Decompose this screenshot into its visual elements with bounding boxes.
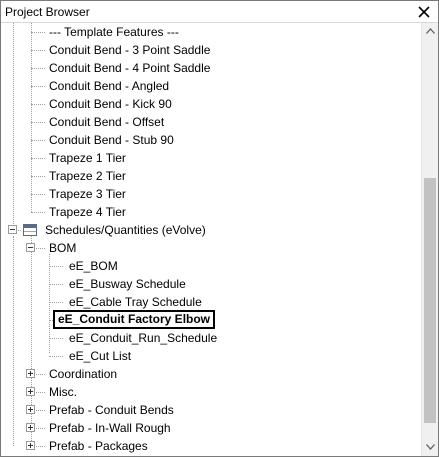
tree-item-trapeze[interactable]: Trapeze 1 Tier	[49, 149, 126, 167]
tree-connector	[49, 302, 63, 303]
tree-connector	[31, 212, 45, 213]
tree-item-prefab-packages[interactable]: Prefab - Packages	[49, 437, 148, 455]
tree-item-conduit-bend[interactable]: Conduit Bend - Offset	[49, 113, 164, 131]
tree-connector	[36, 392, 45, 393]
expand-toggle[interactable]	[26, 369, 35, 378]
tree-connector	[36, 248, 45, 249]
tree-connector	[31, 68, 45, 69]
tree-connector	[31, 194, 45, 195]
scrollbar-thumb[interactable]	[424, 178, 436, 423]
vertical-scrollbar[interactable]	[421, 23, 438, 456]
tree-item-schedule[interactable]: eE_Cable Tray Schedule	[69, 293, 202, 311]
project-tree[interactable]: --- Template Features --- Conduit Bend -…	[1, 23, 421, 456]
expand-toggle[interactable]	[26, 423, 35, 432]
tree-guide-line	[13, 23, 14, 224]
tree-item-template-features-header[interactable]: --- Template Features ---	[49, 23, 179, 41]
expand-toggle[interactable]	[26, 387, 35, 396]
tree-connector	[31, 140, 45, 141]
tree-connector	[36, 374, 45, 375]
tree-connector	[31, 122, 45, 123]
chevron-down-icon	[426, 444, 435, 450]
close-icon	[418, 6, 430, 18]
scroll-down-button[interactable]	[422, 439, 439, 456]
tree-connector	[31, 104, 45, 105]
tree-item-conduit-bend[interactable]: Conduit Bend - 3 Point Saddle	[49, 41, 210, 59]
tree-item-schedule[interactable]: eE_Conduit_Run_Schedule	[69, 329, 217, 347]
chevron-up-icon	[426, 28, 435, 34]
tree-item-conduit-bend[interactable]: Conduit Bend - Angled	[49, 77, 169, 95]
collapse-toggle[interactable]	[8, 225, 17, 234]
tree-item-schedule[interactable]: eE_Busway Schedule	[69, 275, 186, 293]
collapse-toggle[interactable]	[26, 243, 35, 252]
close-button[interactable]	[416, 4, 432, 20]
tree-connector	[36, 410, 45, 411]
tree-item-selected-schedule[interactable]: eE_Conduit Factory Elbow	[53, 310, 216, 329]
tree-connector	[31, 50, 45, 51]
tree-item-schedule[interactable]: eE_BOM	[69, 257, 118, 275]
tree-item-misc[interactable]: Misc.	[49, 383, 77, 401]
tree-item-coordination[interactable]: Coordination	[49, 365, 117, 383]
tree-connector	[49, 284, 63, 285]
tree-connector	[36, 428, 45, 429]
tree-item-schedule[interactable]: eE_Cut List	[69, 347, 131, 365]
tree-guide-line	[13, 236, 14, 446]
project-browser-panel: Project Browser --- Template Features --…	[0, 0, 439, 457]
tree-item-conduit-bend[interactable]: Conduit Bend - Kick 90	[49, 95, 172, 113]
tree-connector	[49, 338, 63, 339]
tree-item-trapeze[interactable]: Trapeze 3 Tier	[49, 185, 126, 203]
tree-connector	[49, 266, 63, 267]
scroll-up-button[interactable]	[422, 23, 439, 40]
tree-connector	[31, 158, 45, 159]
tree-item-prefab-conduit-bends[interactable]: Prefab - Conduit Bends	[49, 401, 174, 419]
tree-guide-line	[31, 23, 32, 212]
tree-item-conduit-bend[interactable]: Conduit Bend - Stub 90	[49, 131, 174, 149]
tree-item-schedules-quantities[interactable]: Schedules/Quantities (eVolve)	[45, 221, 206, 239]
tree-item-prefab-in-wall-rough[interactable]: Prefab - In-Wall Rough	[49, 419, 171, 437]
tree-connector	[31, 176, 45, 177]
tree-item-trapeze[interactable]: Trapeze 4 Tier	[49, 203, 126, 221]
tree-connector	[31, 32, 45, 33]
tree-connector	[18, 230, 21, 231]
tree-connector	[31, 86, 45, 87]
tree-item-trapeze[interactable]: Trapeze 2 Tier	[49, 167, 126, 185]
tree-item-conduit-bend[interactable]: Conduit Bend - 4 Point Saddle	[49, 59, 210, 77]
panel-titlebar: Project Browser	[1, 1, 438, 23]
expand-toggle[interactable]	[26, 441, 35, 450]
tree-connector	[49, 356, 63, 357]
schedule-icon	[23, 224, 37, 236]
tree-item-bom[interactable]: BOM	[49, 239, 76, 257]
tree-connector	[36, 446, 45, 447]
panel-title: Project Browser	[5, 5, 90, 19]
expand-toggle[interactable]	[26, 405, 35, 414]
